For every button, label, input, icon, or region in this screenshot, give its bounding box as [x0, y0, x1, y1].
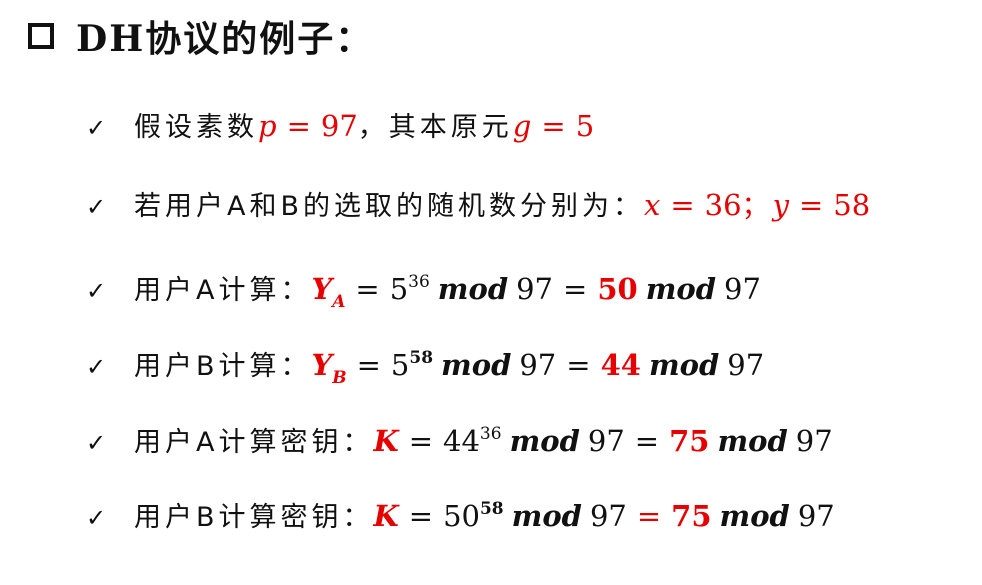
equals-sign: =	[286, 109, 311, 143]
equals-sign: =	[634, 424, 660, 458]
y-variable: y	[772, 188, 789, 222]
item-text: 用户A计算密钥：	[134, 427, 374, 458]
p-value: 97	[320, 109, 358, 143]
slide-title: DH协议的例子：	[28, 6, 373, 66]
mod-operator: mod	[437, 272, 509, 306]
modulus: 97	[797, 499, 835, 533]
mod-operator: mod	[719, 499, 790, 533]
equals-sign: =	[356, 348, 381, 382]
g-variable: g	[512, 109, 532, 143]
title-text: DH协议的例子：	[76, 18, 374, 60]
mod-operator: mod	[645, 272, 716, 306]
base: 4436	[443, 424, 502, 458]
checkmark-icon: ✓	[86, 277, 107, 305]
modulus: 97	[516, 272, 554, 306]
equals-sign: =	[541, 109, 566, 143]
checkmark-icon: ✓	[86, 429, 107, 457]
list-item: ✓ 用户A计算： YA = 536 mod 97 = 50 mod 97	[86, 268, 761, 312]
equals-sign: =	[408, 424, 434, 458]
result-value: 75	[671, 499, 712, 533]
item-text: 假设素数	[134, 112, 258, 143]
equals-sign: =	[798, 188, 824, 222]
equals-sign: =	[355, 272, 380, 306]
result-value: 75	[669, 424, 710, 458]
list-item: ✓ 用户B计算： YB = 558 mod 97 = 44 mod 97	[86, 344, 765, 388]
item-text: 用户A计算：	[134, 275, 312, 306]
lhs-variable: YB	[311, 348, 347, 388]
list-item: ✓ 若用户A和B的选取的随机数分别为： x = 36 ； y = 58	[86, 184, 870, 223]
checkmark-icon: ✓	[86, 193, 107, 221]
x-value: 36	[704, 188, 742, 222]
equals-sign: =	[408, 499, 434, 533]
modulus: 97	[589, 499, 627, 533]
equals-sign: =	[563, 272, 588, 306]
mod-operator: mod	[511, 499, 582, 533]
mod-operator: mod	[648, 348, 720, 382]
list-item: ✓ 用户A计算密钥： K = 4436 mod 97 = 75 mod 97	[86, 420, 833, 459]
square-bullet-icon	[28, 23, 54, 49]
p-variable: p	[258, 109, 277, 143]
modulus: 97	[519, 348, 557, 382]
equals-sign: =	[670, 188, 695, 222]
list-item: ✓ 假设素数 p = 97 ，其本原元 g = 5	[86, 105, 594, 144]
g-value: 5	[575, 109, 595, 143]
x-variable: x	[644, 188, 661, 222]
lhs-variable: K	[373, 499, 399, 533]
checkmark-icon: ✓	[86, 504, 107, 532]
modulus: 97	[795, 424, 833, 458]
lhs-variable: K	[373, 424, 399, 458]
base: 5058	[443, 499, 504, 533]
checkmark-icon: ✓	[86, 114, 107, 142]
result-value: 44	[600, 348, 641, 382]
base: 558	[390, 348, 434, 382]
list-item: ✓ 用户B计算密钥： K = 5058 mod 97 = 75 mod 97	[86, 495, 835, 534]
item-text: 用户B计算密钥：	[134, 502, 374, 533]
result-value: 50	[597, 272, 638, 306]
item-text: 用户B计算：	[134, 351, 312, 382]
mod-operator: mod	[441, 348, 512, 382]
modulus: 97	[587, 424, 625, 458]
y-value: 58	[833, 188, 871, 222]
mod-operator: mod	[717, 424, 788, 458]
base: 536	[389, 272, 430, 306]
mod-operator: mod	[509, 424, 580, 458]
item-text-mid: ，其本原元	[357, 112, 513, 143]
separator: ；	[741, 191, 773, 222]
checkmark-icon: ✓	[86, 353, 107, 381]
equals-sign: =	[566, 348, 591, 382]
modulus: 97	[727, 348, 765, 382]
modulus: 97	[724, 272, 761, 306]
lhs-variable: YA	[311, 272, 346, 312]
equals-sign: =	[636, 499, 662, 533]
item-text: 若用户A和B的选取的随机数分别为：	[134, 191, 644, 222]
